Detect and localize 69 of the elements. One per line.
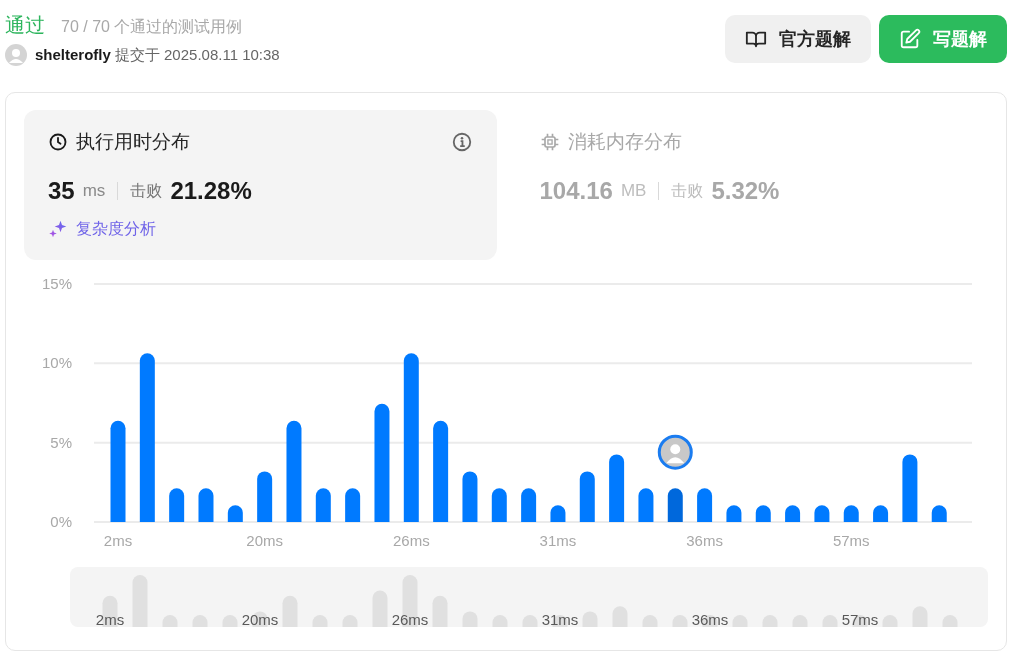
histogram-bar[interactable] <box>315 488 331 522</box>
official-solution-button[interactable]: 官方题解 <box>725 15 871 63</box>
histogram-bar[interactable] <box>139 353 155 522</box>
histogram-bar[interactable] <box>638 488 654 522</box>
metric-unit: MB <box>620 179 647 202</box>
overview-label: 20ms <box>241 611 279 627</box>
tab-title: 消耗内存分布 <box>567 130 682 154</box>
metric-unit: ms <box>82 179 106 202</box>
x-axis-label: 31ms <box>539 532 577 549</box>
histogram-bar[interactable] <box>873 505 889 522</box>
histogram-bar[interactable] <box>491 488 507 522</box>
test-case-summary: 70 / 70 个通过的测试用例 <box>61 17 243 37</box>
username-link[interactable]: shelterofly <box>35 44 111 67</box>
distribution-tab[interactable]: 执行用时分布 35 ms 击败 21.28% 复杂度分析 <box>24 110 497 260</box>
histogram-bar[interactable] <box>726 505 742 522</box>
x-axis-label: 20ms <box>246 532 283 549</box>
status-text: 通过 <box>5 13 45 38</box>
x-axis-label: 57ms <box>832 532 870 549</box>
x-axis-label: 2ms <box>103 532 133 549</box>
sparkle-icon <box>48 218 68 239</box>
overview-label: 26ms <box>391 611 429 627</box>
histogram-bar[interactable] <box>550 505 566 522</box>
histogram-bar[interactable] <box>403 353 419 522</box>
histogram-bar[interactable] <box>433 420 449 522</box>
beats-percentage: 21.28% <box>170 175 252 206</box>
histogram-bar[interactable] <box>697 488 713 522</box>
y-axis-label: 15% <box>41 278 72 292</box>
tab-title: 执行用时分布 <box>76 130 190 154</box>
y-axis-label: 0% <box>50 513 72 530</box>
overview-label: 57ms <box>841 611 879 627</box>
histogram-bar[interactable] <box>667 488 683 522</box>
x-axis-label: 36ms <box>686 532 723 549</box>
histogram-bar[interactable] <box>785 505 801 522</box>
histogram-bar[interactable] <box>227 505 243 522</box>
histogram-bar[interactable] <box>521 488 537 522</box>
submission-time: 提交于 2025.08.11 10:38 <box>114 45 280 65</box>
overview-strip[interactable]: 2ms 20ms 26ms 31ms 36ms 57ms <box>70 567 988 627</box>
histogram-bar[interactable] <box>286 420 302 522</box>
histogram-bar[interactable] <box>579 471 595 522</box>
beats-percentage: 5.32% <box>711 175 780 206</box>
info-icon[interactable] <box>450 131 473 154</box>
edit-icon <box>899 28 921 50</box>
histogram-bar[interactable] <box>198 488 214 522</box>
histogram-bar[interactable] <box>257 471 273 522</box>
metric-value: 35 <box>48 175 75 206</box>
histogram-bar[interactable] <box>110 420 126 522</box>
overview-label: 2ms <box>95 611 125 627</box>
histogram-bar[interactable] <box>843 505 859 522</box>
x-axis-label: 26ms <box>392 532 430 549</box>
y-axis-label: 10% <box>41 354 72 372</box>
histogram-bar[interactable] <box>902 454 918 522</box>
histogram-bar[interactable] <box>169 488 185 522</box>
histogram-bar[interactable] <box>462 471 478 522</box>
beats-label: 击败 <box>671 180 704 201</box>
clock-icon <box>48 132 68 153</box>
user-avatar-marker <box>657 434 693 470</box>
histogram-bar[interactable] <box>931 505 947 522</box>
histogram-bar[interactable] <box>814 505 830 522</box>
histogram-bar[interactable] <box>609 454 625 522</box>
complexity-analysis-link[interactable]: 复杂度分析 <box>76 216 156 241</box>
chip-icon <box>539 132 560 153</box>
histogram-bar[interactable] <box>755 505 771 522</box>
y-axis-label: 5% <box>50 433 72 451</box>
histogram-bar[interactable] <box>374 403 390 522</box>
overview-label: 36ms <box>691 611 729 627</box>
overview-label: 31ms <box>541 611 579 627</box>
beats-label: 击败 <box>130 180 163 201</box>
metric-value: 104.16 <box>539 175 613 206</box>
histogram-bar[interactable] <box>345 488 361 522</box>
